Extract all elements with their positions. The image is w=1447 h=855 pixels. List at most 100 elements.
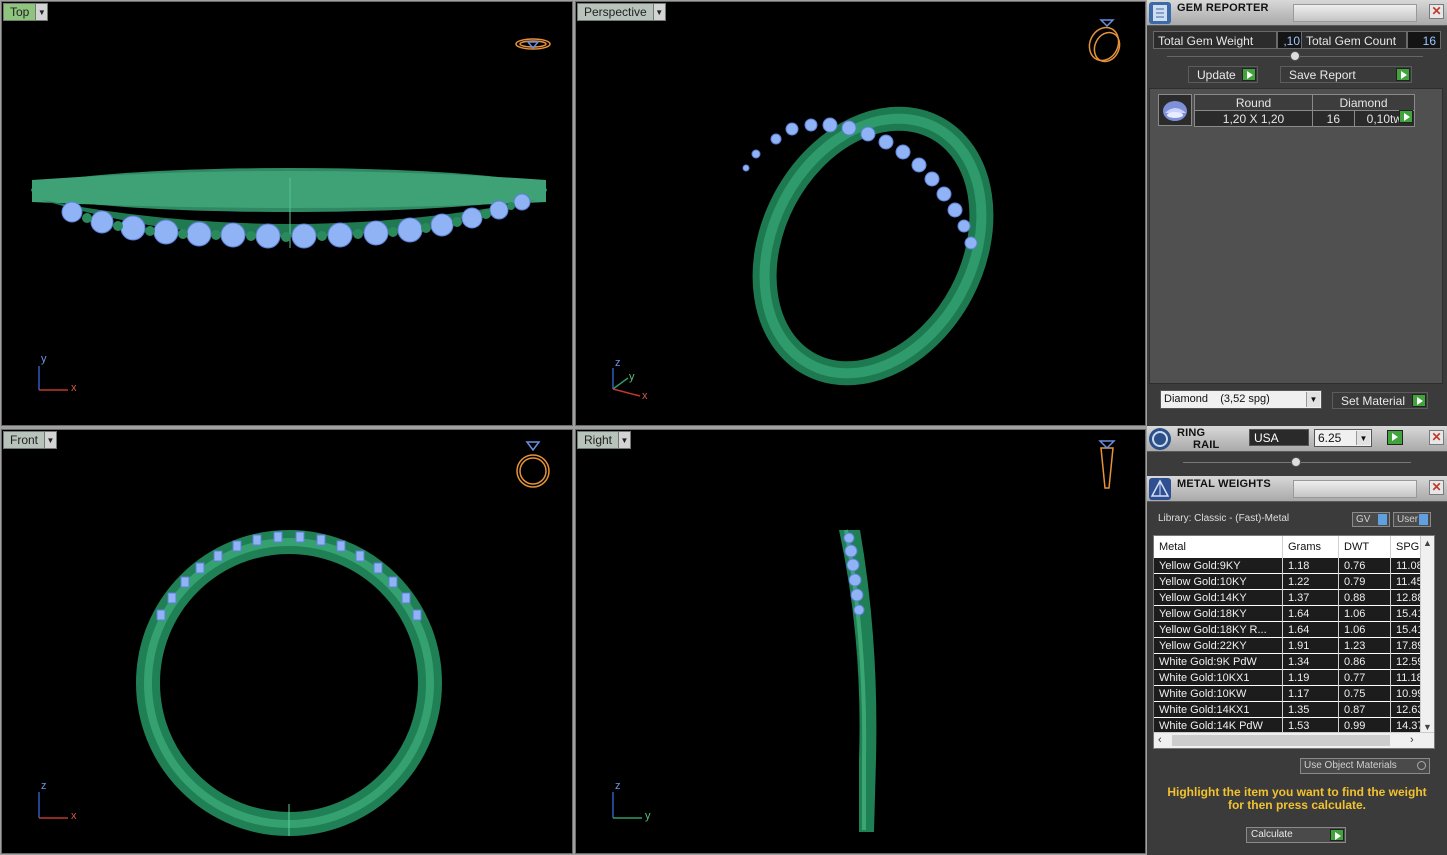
gem-count-cell: 16	[1312, 110, 1355, 127]
viewport-label-perspective[interactable]: Perspective ▼	[577, 3, 666, 21]
ring-rail-titlebar[interactable]: RING RAIL USA 6.25 ▼ ✕	[1147, 426, 1447, 452]
cell-spg: 10.99	[1396, 688, 1422, 700]
table-row[interactable]: Yellow Gold:18KY R... 1.64 1.06 15.41	[1154, 622, 1422, 638]
cell-metal: Yellow Gold:10KY	[1159, 576, 1247, 588]
viewport-label-text: Front	[10, 433, 39, 447]
axis-gizmo-top	[38, 366, 68, 391]
set-material-button[interactable]: Set Material	[1332, 392, 1428, 409]
chevron-down-icon: ▼	[1306, 392, 1320, 407]
ring-rail-apply-icon[interactable]	[1387, 430, 1403, 445]
col-header-dwt[interactable]: DWT	[1344, 541, 1369, 553]
chevron-down-icon[interactable]: ▼	[652, 4, 665, 20]
titlebar-grip[interactable]	[1293, 480, 1417, 498]
cell-dwt: 0.86	[1344, 656, 1366, 668]
scroll-down-icon[interactable]: ▼	[1423, 722, 1432, 732]
table-row[interactable]: Yellow Gold:18KY 1.64 1.06 15.41	[1154, 606, 1422, 622]
splitter-handle-icon[interactable]	[1291, 457, 1301, 467]
ring-size-region[interactable]: USA	[1249, 429, 1309, 446]
viewport-front[interactable]: z x Front ▼	[1, 429, 573, 854]
gem-row-play-icon[interactable]	[1399, 110, 1413, 123]
calculate-hint: Highlight the item you want to find the …	[1157, 786, 1437, 812]
metal-table-header: Metal Grams DWT SPG	[1154, 536, 1434, 558]
axis-gizmo-perspective	[612, 368, 641, 397]
cell-dwt: 0.76	[1344, 560, 1366, 572]
user-toggle[interactable]: User	[1393, 512, 1431, 527]
save-report-button[interactable]: Save Report	[1280, 66, 1412, 83]
col-header-spg[interactable]: SPG	[1396, 541, 1419, 553]
metal-weights-titlebar[interactable]: METAL WEIGHTS ✕	[1147, 476, 1447, 502]
horizontal-scrollbar[interactable]: ‹ ›	[1154, 732, 1434, 748]
gem-table: Round Diamond 1,20 X 1,20 16 0,10tw	[1194, 94, 1416, 127]
scroll-up-icon[interactable]: ▲	[1423, 538, 1432, 548]
total-gem-count-value: 16	[1407, 31, 1441, 49]
table-row[interactable]: Yellow Gold:10KY 1.22 0.79 11.45	[1154, 574, 1422, 590]
metal-library-label: Library: Classic - (Fast)-Metal	[1158, 513, 1290, 524]
gem-size-cell: 1,20 X 1,20	[1194, 110, 1313, 127]
viewport-label-top[interactable]: Top ▼	[3, 3, 49, 21]
ring-rail-title-1: RING	[1177, 427, 1206, 439]
scroll-thumb[interactable]	[1172, 735, 1390, 746]
cell-metal: Yellow Gold:18KY	[1159, 608, 1247, 620]
axis-label-h: x	[71, 382, 77, 394]
cell-spg: 11.45	[1396, 576, 1422, 588]
material-select[interactable]: Diamond (3,52 spg) ▼	[1160, 390, 1322, 409]
ring-rail-icon	[1149, 428, 1171, 450]
ring-orientation-icon	[1088, 19, 1121, 63]
table-row[interactable]: Yellow Gold:9KY 1.18 0.76 11.08	[1154, 558, 1422, 574]
titlebar-grip[interactable]	[1293, 4, 1417, 22]
chevron-down-icon[interactable]: ▼	[35, 4, 48, 20]
cell-spg: 12.59	[1396, 656, 1422, 668]
table-row[interactable]: White Gold:10KW 1.17 0.75 10.99	[1154, 686, 1422, 702]
chevron-down-icon[interactable]: ▼	[44, 432, 57, 448]
viewport-label-front[interactable]: Front ▼	[3, 431, 58, 449]
axis-label-v: z	[615, 780, 621, 792]
cell-spg: 12.63	[1396, 704, 1422, 716]
close-icon[interactable]: ✕	[1429, 430, 1444, 445]
axis-label-v: y	[41, 353, 47, 365]
vertical-scrollbar[interactable]: ▲ ▼	[1420, 536, 1434, 734]
cell-metal: Yellow Gold:14KY	[1159, 592, 1247, 604]
axis-gizmo-right	[612, 792, 642, 819]
axis-label-h: x	[71, 810, 77, 822]
close-icon[interactable]: ✕	[1429, 4, 1444, 19]
viewport-label-text: Perspective	[584, 5, 647, 19]
cell-dwt: 0.87	[1344, 704, 1366, 716]
cell-spg: 15.41	[1396, 624, 1422, 636]
update-button[interactable]: Update	[1188, 66, 1258, 83]
gem-list-area[interactable]: Round Diamond 1,20 X 1,20 16 0,10tw	[1149, 88, 1443, 384]
viewport-right[interactable]: z y Right ▼	[575, 429, 1146, 854]
column-divider	[1390, 536, 1391, 734]
use-object-materials-toggle[interactable]: Use Object Materials	[1300, 758, 1430, 774]
gem-reporter-title: GEM REPORTER	[1177, 2, 1269, 14]
scroll-left-icon[interactable]: ‹	[1158, 734, 1162, 746]
calculate-button[interactable]: Calculate	[1246, 827, 1346, 843]
ring-size-select[interactable]: 6.25 ▼	[1314, 429, 1372, 447]
table-row[interactable]: White Gold:14KX1 1.35 0.87 12.63	[1154, 702, 1422, 718]
ring-front-view	[38, 441, 550, 836]
set-material-label: Set Material	[1341, 394, 1406, 408]
table-row[interactable]: Yellow Gold:22KY 1.91 1.23 17.89	[1154, 638, 1422, 654]
ring-size-value: 6.25	[1318, 431, 1342, 445]
gv-toggle[interactable]: GV	[1352, 512, 1390, 527]
cell-dwt: 0.75	[1344, 688, 1366, 700]
gem-type-header: Diamond	[1312, 94, 1415, 111]
close-icon[interactable]: ✕	[1429, 480, 1444, 495]
cell-grams: 1.18	[1288, 560, 1310, 572]
chevron-down-icon[interactable]: ▼	[618, 432, 631, 448]
table-row[interactable]: White Gold:10KX1 1.19 0.77 11.18	[1154, 670, 1422, 686]
gem-reporter-titlebar[interactable]: GEM REPORTER ✕	[1147, 0, 1447, 26]
viewport-label-right[interactable]: Right ▼	[577, 431, 632, 449]
gem-reporter-icon	[1149, 2, 1171, 24]
metal-weights-table[interactable]: Metal Grams DWT SPG Yellow Gold:9KY 1.18 0…	[1153, 535, 1435, 749]
viewport-top[interactable]: y x Top ▼	[1, 1, 573, 426]
table-row[interactable]: White Gold:9K PdW 1.34 0.86 12.59	[1154, 654, 1422, 670]
table-row[interactable]: Yellow Gold:14KY 1.37 0.88 12.88	[1154, 590, 1422, 606]
scroll-right-icon[interactable]: ›	[1410, 734, 1414, 746]
cell-metal: Yellow Gold:9KY	[1159, 560, 1241, 572]
viewport-perspective[interactable]: z y x Perspective ▼	[575, 1, 1146, 426]
col-header-metal[interactable]: Metal	[1159, 541, 1186, 553]
cell-grams: 1.34	[1288, 656, 1310, 668]
splitter-handle-icon[interactable]	[1290, 51, 1300, 61]
col-header-grams[interactable]: Grams	[1288, 541, 1321, 553]
cell-metal: White Gold:14K PdW	[1159, 720, 1263, 732]
